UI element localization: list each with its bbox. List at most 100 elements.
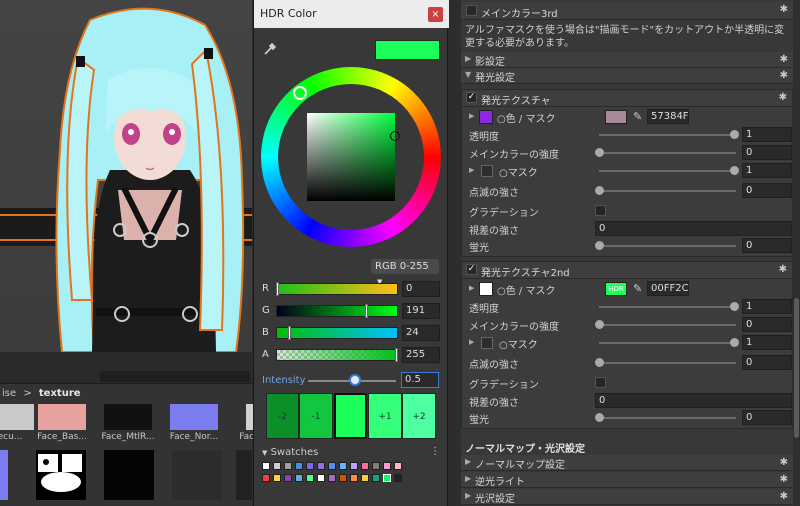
color-swatch[interactable] [262, 462, 270, 470]
slider-knob[interactable] [595, 358, 604, 367]
gear-icon[interactable]: ✱ [780, 457, 788, 468]
emission-texture-checkbox[interactable]: ✓ [466, 92, 477, 103]
channel-track[interactable] [276, 305, 398, 317]
value-field[interactable]: 1 [742, 163, 792, 178]
scrollbar-thumb[interactable] [794, 298, 799, 438]
color-swatch[interactable] [273, 474, 281, 482]
gear-icon[interactable]: ✱ [780, 491, 788, 502]
color-swatch[interactable] [328, 474, 336, 482]
channel-value-field[interactable]: 191 [402, 303, 440, 319]
breadcrumb-parent[interactable]: ise [2, 388, 16, 399]
section-gloss[interactable]: ▶ 光沢設定 ✱ [461, 489, 793, 505]
scene-viewport[interactable] [0, 0, 252, 352]
slider-track[interactable] [599, 324, 736, 326]
slider-knob[interactable] [730, 302, 739, 311]
inspector-scrollbar[interactable] [793, 0, 800, 506]
intensity-step-minus2[interactable]: -2 [266, 393, 299, 439]
color-swatch[interactable] [284, 474, 292, 482]
eyedropper-icon[interactable]: ✎ [633, 110, 642, 123]
asset-thumbnail[interactable] [0, 450, 8, 500]
slider-knob[interactable] [595, 413, 604, 422]
gradient-checkbox[interactable] [595, 377, 606, 388]
color-swatch[interactable] [361, 474, 369, 482]
channel-slider-r[interactable]: R 0 [262, 281, 442, 297]
slider-knob[interactable] [730, 130, 739, 139]
section-shadow[interactable]: ▶ 影設定 ✱ [461, 52, 793, 68]
color-swatch[interactable] [317, 462, 325, 470]
mask-texture-slot[interactable] [481, 165, 493, 177]
intensity-step-plus2[interactable]: +2 [402, 393, 436, 439]
value-field[interactable]: 0 [595, 393, 792, 408]
saturation-value-square[interactable] [307, 113, 395, 201]
intensity-step-current[interactable] [334, 393, 367, 439]
slider-track[interactable] [599, 152, 736, 154]
emission-texture-slot[interactable] [605, 110, 627, 124]
channel-track[interactable] [276, 283, 398, 295]
color-swatch[interactable] [295, 474, 303, 482]
channel-track[interactable] [276, 349, 398, 361]
channel-handle[interactable] [365, 304, 368, 318]
asset-thumbnail[interactable] [36, 450, 86, 500]
emission-texture2-checkbox[interactable]: ✓ [466, 264, 477, 275]
gear-icon[interactable]: ✱ [779, 264, 787, 275]
swatches-header[interactable]: ▼ Swatches [262, 447, 318, 458]
color-swatch[interactable] [361, 462, 369, 470]
hex-field[interactable]: 00FF2C [647, 281, 689, 296]
channel-handle[interactable] [276, 282, 279, 296]
color-swatch[interactable] [295, 462, 303, 470]
slider-track[interactable] [599, 342, 736, 344]
asset-thumbnail[interactable] [104, 450, 154, 500]
intensity-value-field[interactable]: 0.5 [401, 372, 439, 388]
section-emission[interactable]: ▼ 発光設定 ✱ [461, 68, 793, 84]
project-search-input[interactable] [100, 371, 250, 382]
asset-thumbnail[interactable] [172, 450, 222, 500]
color-swatch[interactable] [383, 462, 391, 470]
slider-knob[interactable] [595, 320, 604, 329]
value-field[interactable]: 0 [742, 183, 792, 198]
channel-value-field[interactable]: 255 [402, 347, 440, 363]
color-swatch[interactable] [262, 474, 270, 482]
value-field[interactable]: 1 [742, 299, 792, 314]
mask-texture-slot[interactable] [481, 337, 493, 349]
gear-icon[interactable]: ✱ [780, 474, 788, 485]
gradient-checkbox[interactable] [595, 205, 606, 216]
color-swatch[interactable] [339, 474, 347, 482]
value-field[interactable]: 0 [742, 355, 792, 370]
value-field[interactable]: 0 [595, 221, 792, 236]
channel-handle[interactable] [395, 348, 398, 362]
intensity-step-minus1[interactable]: -1 [299, 393, 333, 439]
color-swatch[interactable] [328, 462, 336, 470]
color-swatch[interactable] [372, 462, 380, 470]
slider-knob[interactable] [595, 148, 604, 157]
asset-item[interactable]: ecu... [0, 404, 38, 442]
swatches-menu-icon[interactable]: ⋮ [430, 446, 440, 457]
channel-track[interactable] [276, 327, 398, 339]
value-field[interactable]: 1 [742, 127, 792, 142]
value-field[interactable]: 0 [742, 238, 792, 253]
value-field[interactable]: 0 [742, 145, 792, 160]
sv-knob[interactable] [390, 131, 400, 141]
emission-color-swatch[interactable] [479, 110, 493, 124]
color-swatch[interactable] [372, 474, 380, 482]
color-swatch[interactable] [394, 462, 402, 470]
channel-handle[interactable] [288, 326, 291, 340]
intensity-step-plus1[interactable]: +1 [368, 393, 402, 439]
channel-value-field[interactable]: 0 [402, 281, 440, 297]
hue-knob[interactable] [293, 86, 307, 100]
slider-knob[interactable] [730, 338, 739, 347]
color-swatch[interactable] [284, 462, 292, 470]
asset-thumbnail[interactable] [236, 450, 252, 500]
color-swatch[interactable] [339, 462, 347, 470]
color-swatch[interactable] [306, 462, 314, 470]
asset-item[interactable]: Face_MtlR... [100, 404, 156, 442]
channel-value-field[interactable]: 24 [402, 325, 440, 341]
value-field[interactable]: 0 [742, 410, 792, 425]
gear-icon[interactable]: ✱ [779, 92, 787, 103]
close-button[interactable]: × [428, 7, 443, 22]
channel-slider-g[interactable]: G 191 [262, 303, 442, 319]
gear-icon[interactable]: ✱ [780, 70, 788, 81]
eyedropper-icon[interactable] [262, 41, 278, 57]
value-field[interactable]: 1 [742, 335, 792, 350]
slider-track[interactable] [599, 245, 736, 247]
gear-icon[interactable]: ✱ [780, 4, 788, 15]
